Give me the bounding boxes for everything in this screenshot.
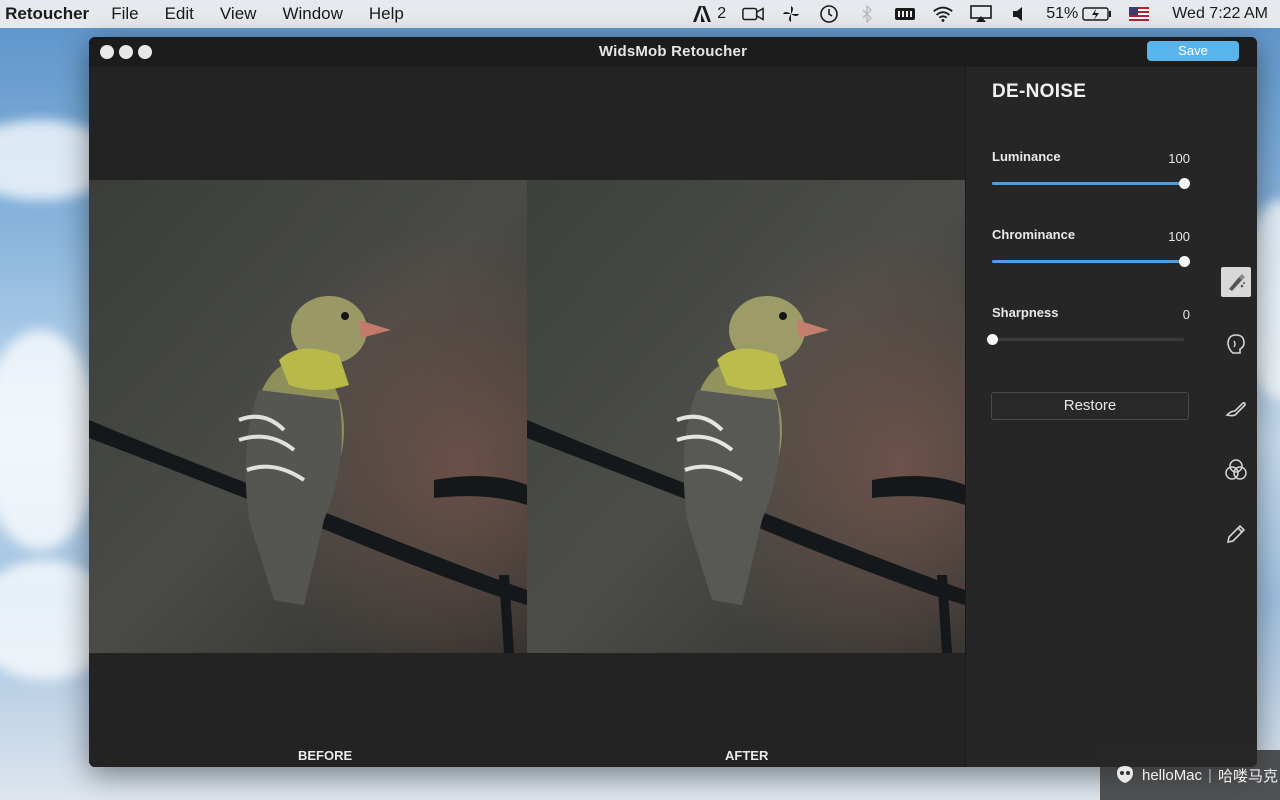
restore-button[interactable]: Restore <box>991 392 1189 420</box>
window-title: WidsMob Retoucher <box>598 43 748 60</box>
chrominance-label: Chrominance <box>992 227 1076 242</box>
airplay-icon[interactable] <box>970 5 993 23</box>
menubar-clock[interactable]: Wed 7:22 AM <box>1172 5 1268 23</box>
watermark-separator: | <box>1208 766 1212 784</box>
menu-edit[interactable]: Edit <box>165 4 194 24</box>
bluetooth-icon[interactable] <box>856 5 878 23</box>
menu-view[interactable]: View <box>220 4 257 24</box>
adobe-badge: 2 <box>717 5 727 22</box>
menu-window[interactable]: Window <box>282 4 342 24</box>
menu-help[interactable]: Help <box>369 4 404 24</box>
chrominance-slider[interactable] <box>992 256 1190 267</box>
denoise-panel: DE-NOISE Luminance 100 Chrominance 100 S… <box>965 67 1216 767</box>
panel-title: DE-NOISE <box>992 81 1087 102</box>
chrominance-value: 100 <box>1168 229 1190 244</box>
menubar: o Retoucher File Edit View Window Help 2 <box>0 0 1280 28</box>
after-image <box>527 180 965 653</box>
battery-icon <box>1082 5 1112 23</box>
luminance-slider-fill <box>992 182 1184 185</box>
battery-percent: 51% <box>1046 5 1079 22</box>
chrominance-slider-group: Chrominance 100 <box>992 227 1190 267</box>
chrominance-slider-thumb[interactable] <box>1179 256 1190 267</box>
luminance-slider-group: Luminance 100 <box>992 149 1190 189</box>
color-circles-icon[interactable] <box>1221 455 1251 485</box>
adobe-status[interactable]: 2 <box>691 5 726 23</box>
adobe-icon <box>691 5 713 23</box>
after-label: AFTER <box>725 748 769 763</box>
app-menu[interactable]: o Retoucher <box>0 4 89 24</box>
status-area: 2 51% Wed 7:22 AM <box>691 0 1268 28</box>
luminance-label: Luminance <box>992 149 1061 164</box>
denoise-brush-icon[interactable] <box>1221 267 1251 297</box>
luminance-value: 100 <box>1168 151 1190 166</box>
watermark-cn: 哈喽马克 <box>1217 767 1278 785</box>
flag-icon[interactable] <box>1128 5 1150 23</box>
camera-icon[interactable] <box>742 5 765 23</box>
sharpness-slider-group: Sharpness 0 <box>987 305 1190 345</box>
sharpness-slider-thumb[interactable] <box>987 334 998 345</box>
sharpness-value: 0 <box>1182 307 1190 322</box>
pinwheel-icon[interactable] <box>780 5 802 23</box>
before-image <box>89 180 527 653</box>
sharpness-slider[interactable] <box>987 334 1184 345</box>
time-machine-icon[interactable] <box>818 5 840 23</box>
menu-file[interactable]: File <box>111 4 138 24</box>
skin-brush-icon[interactable] <box>1221 393 1251 423</box>
memory-icon[interactable] <box>894 5 916 23</box>
volume-icon[interactable] <box>1008 5 1030 23</box>
watermark-brand: helloMac <box>1142 766 1203 784</box>
wifi-icon[interactable] <box>932 5 954 23</box>
app-window: WidsMob Retoucher Save BEFORE AFTER DE-N… <box>89 37 1257 767</box>
before-label: BEFORE <box>298 748 353 763</box>
titlebar: WidsMob Retoucher Save <box>89 37 1257 67</box>
watermark: helloMac | 哈喽马克 <box>1100 750 1280 800</box>
save-button[interactable]: Save <box>1147 41 1239 61</box>
tool-strip <box>1216 67 1257 767</box>
chrominance-slider-fill <box>992 260 1184 263</box>
face-icon[interactable] <box>1221 329 1251 359</box>
pencil-icon[interactable] <box>1221 519 1251 549</box>
sharpness-label: Sharpness <box>992 305 1059 320</box>
luminance-slider[interactable] <box>992 178 1190 189</box>
luminance-slider-thumb[interactable] <box>1179 178 1190 189</box>
hellomac-logo-icon <box>1117 766 1133 783</box>
battery-status[interactable]: 51% <box>1046 5 1112 23</box>
image-canvas: BEFORE AFTER <box>89 67 965 767</box>
